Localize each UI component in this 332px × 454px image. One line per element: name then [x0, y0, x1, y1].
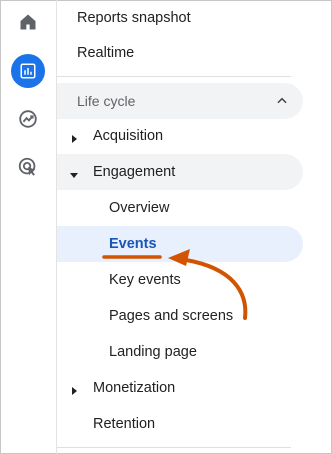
reports-nav: Reports snapshot Realtime Life cycle Acq… [57, 0, 331, 454]
nav-group-engagement[interactable]: Engagement [57, 154, 303, 190]
nav-subitem-label: Overview [109, 200, 170, 216]
nav-subitem-label: Events [109, 236, 157, 252]
explore-icon[interactable] [11, 102, 45, 136]
section-header-life-cycle[interactable]: Life cycle [57, 83, 303, 119]
nav-group-label: Monetization [93, 380, 176, 396]
nav-group-label: Engagement [93, 164, 176, 180]
nav-subitem-key-events[interactable]: Key events [57, 262, 303, 298]
nav-item-realtime[interactable]: Realtime [77, 35, 323, 71]
nav-item-label: Realtime [77, 45, 135, 61]
caret-right-icon [69, 131, 79, 149]
nav-subitem-label: Key events [109, 272, 181, 288]
caret-right-icon [69, 383, 79, 401]
section-title: Life cycle [77, 93, 136, 109]
caret-down-icon [69, 167, 79, 185]
nav-group-monetization[interactable]: Monetization [57, 370, 303, 406]
nav-group-acquisition[interactable]: Acquisition [57, 118, 303, 154]
divider [57, 76, 291, 77]
nav-subitem-label: Landing page [109, 344, 197, 360]
nav-item-retention[interactable]: Retention [93, 406, 332, 442]
nav-item-reports-snapshot[interactable]: Reports snapshot [77, 0, 323, 36]
nav-item-label: Reports snapshot [77, 10, 191, 26]
nav-subitem-events[interactable]: Events [57, 226, 303, 262]
chevron-up-icon [275, 94, 289, 113]
reports-icon[interactable] [11, 54, 45, 88]
nav-subitem-label: Pages and screens [109, 308, 234, 324]
nav-subitem-overview[interactable]: Overview [57, 190, 303, 226]
nav-group-label: Acquisition [93, 128, 164, 144]
nav-subitem-landing-page[interactable]: Landing page [57, 334, 303, 370]
home-icon[interactable] [11, 5, 45, 39]
icon-rail [0, 0, 57, 454]
advertising-icon[interactable] [11, 150, 45, 184]
divider [57, 447, 291, 448]
nav-subitem-pages-and-screens[interactable]: Pages and screens [57, 298, 303, 334]
nav-item-label: Retention [93, 416, 156, 432]
